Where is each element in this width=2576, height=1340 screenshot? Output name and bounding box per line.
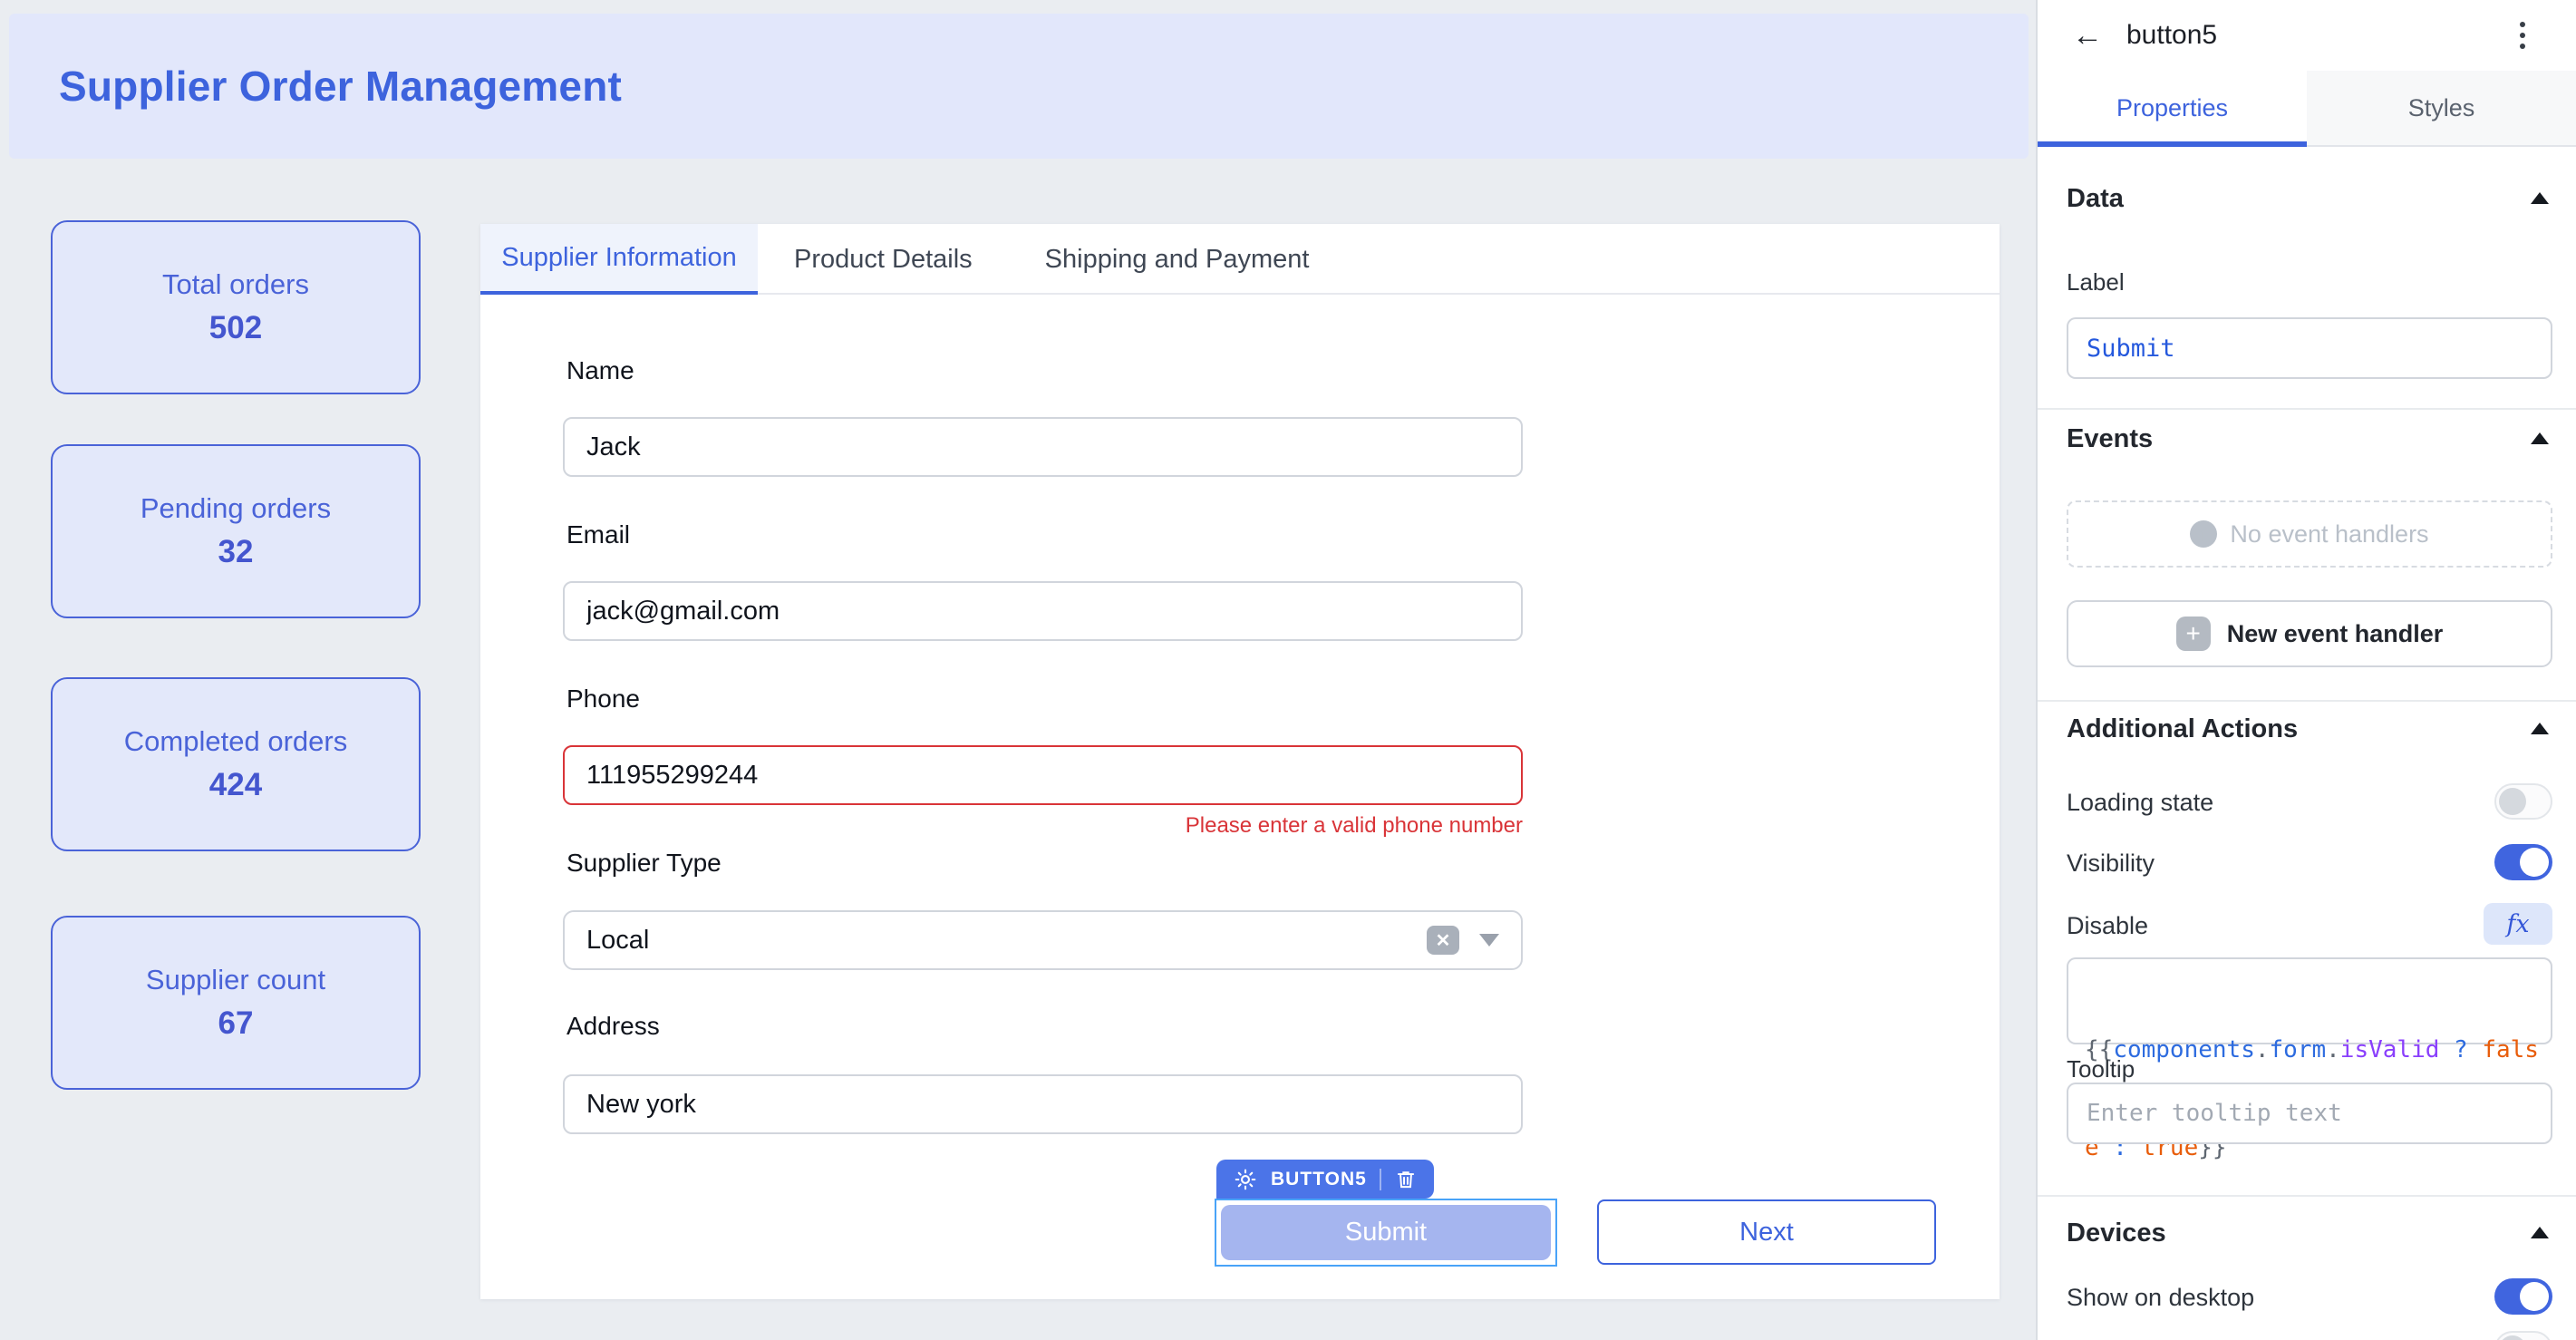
label-value-input[interactable] bbox=[2067, 317, 2552, 379]
address-label: Address bbox=[567, 1012, 660, 1041]
phone-input[interactable] bbox=[563, 745, 1523, 805]
tab-supplier-information[interactable]: Supplier Information bbox=[480, 224, 758, 295]
stat-card-total-orders[interactable]: Total orders 502 bbox=[51, 220, 421, 394]
inspector-tabbar: Properties Styles bbox=[2038, 71, 2576, 147]
supplier-type-value: Local bbox=[586, 926, 1427, 956]
tab-shipping-and-payment[interactable]: Shipping and Payment bbox=[1009, 224, 1346, 295]
clear-selection-icon[interactable]: ✕ bbox=[1427, 926, 1459, 955]
stat-label: Completed orders bbox=[124, 725, 347, 758]
section-divider bbox=[2038, 408, 2576, 410]
show-on-desktop-toggle[interactable] bbox=[2494, 1278, 2552, 1315]
phone-error-message: Please enter a valid phone number bbox=[563, 813, 1523, 839]
next-button[interactable]: Next bbox=[1597, 1199, 1936, 1265]
stat-card-supplier-count[interactable]: Supplier count 67 bbox=[51, 916, 421, 1090]
selected-widget-tag[interactable]: BUTTON5 bbox=[1216, 1160, 1434, 1199]
fx-button[interactable]: fx bbox=[2484, 903, 2552, 945]
no-event-handlers-box: i No event handlers bbox=[2067, 500, 2552, 568]
kebab-menu-icon[interactable] bbox=[2520, 22, 2525, 49]
disable-label: Disable bbox=[2067, 912, 2148, 940]
inspector-header: ← button5 bbox=[2038, 0, 2576, 71]
collapse-caret-icon[interactable] bbox=[2531, 1227, 2549, 1238]
stat-value: 67 bbox=[218, 1005, 254, 1042]
visibility-label: Visibility bbox=[2067, 850, 2155, 878]
label-field-label: Label bbox=[2067, 268, 2125, 296]
stat-value: 32 bbox=[218, 534, 254, 570]
code-line: {{components.form.isValid ? fals bbox=[2085, 1034, 2534, 1066]
events-section-heading: Events bbox=[2067, 424, 2153, 454]
tag-divider bbox=[1380, 1169, 1381, 1190]
new-event-handler-label: New event handler bbox=[2227, 620, 2444, 648]
section-divider bbox=[2038, 1195, 2576, 1197]
additional-actions-heading: Additional Actions bbox=[2067, 714, 2298, 744]
submit-button[interactable]: Submit bbox=[1221, 1205, 1551, 1260]
loading-state-label: Loading state bbox=[2067, 789, 2213, 817]
section-divider bbox=[2038, 700, 2576, 702]
stat-card-completed-orders[interactable]: Completed orders 424 bbox=[51, 677, 421, 851]
stat-label: Supplier count bbox=[146, 964, 325, 996]
trash-icon[interactable] bbox=[1394, 1168, 1418, 1191]
app-root: Supplier Order Management Total orders 5… bbox=[0, 0, 2576, 1340]
stat-value: 424 bbox=[209, 767, 262, 803]
info-icon: i bbox=[2190, 520, 2217, 548]
page-header-banner: Supplier Order Management bbox=[9, 14, 2029, 159]
widget-inspector-panel: ← button5 Properties Styles Data Label E… bbox=[2036, 0, 2576, 1340]
loading-state-toggle[interactable] bbox=[2494, 783, 2552, 820]
stat-label: Total orders bbox=[162, 268, 309, 301]
name-label: Name bbox=[567, 356, 634, 385]
app-canvas: Supplier Order Management Total orders 5… bbox=[0, 0, 2036, 1340]
show-on-mobile-toggle[interactable] bbox=[2494, 1331, 2552, 1340]
chevron-down-icon[interactable] bbox=[1479, 934, 1499, 947]
tooltip-label: Tooltip bbox=[2067, 1055, 2135, 1083]
show-on-desktop-label: Show on desktop bbox=[2067, 1284, 2254, 1312]
supplier-type-select[interactable]: Local ✕ bbox=[563, 910, 1523, 970]
devices-section-heading: Devices bbox=[2067, 1219, 2166, 1248]
collapse-caret-icon[interactable] bbox=[2531, 192, 2549, 204]
collapse-caret-icon[interactable] bbox=[2531, 432, 2549, 444]
tab-properties[interactable]: Properties bbox=[2038, 71, 2307, 145]
tab-styles[interactable]: Styles bbox=[2307, 71, 2576, 145]
new-event-handler-button[interactable]: + New event handler bbox=[2067, 600, 2552, 667]
visibility-toggle[interactable] bbox=[2494, 844, 2552, 880]
email-label: Email bbox=[567, 520, 630, 549]
tooltip-input[interactable] bbox=[2067, 1083, 2552, 1144]
widget-selection-outline[interactable]: Submit bbox=[1215, 1199, 1557, 1267]
tab-product-details[interactable]: Product Details bbox=[758, 224, 1009, 295]
address-input[interactable] bbox=[563, 1074, 1523, 1134]
gear-icon[interactable] bbox=[1233, 1167, 1258, 1192]
collapse-caret-icon[interactable] bbox=[2531, 723, 2549, 734]
no-event-handlers-text: No event handlers bbox=[2230, 520, 2428, 549]
supplier-type-label: Supplier Type bbox=[567, 849, 721, 878]
name-input[interactable] bbox=[563, 417, 1523, 477]
stat-card-pending-orders[interactable]: Pending orders 32 bbox=[51, 444, 421, 618]
email-input[interactable] bbox=[563, 581, 1523, 641]
disable-expression-editor[interactable]: {{components.form.isValid ? fals e : tru… bbox=[2067, 957, 2552, 1044]
data-section-heading: Data bbox=[2067, 184, 2124, 214]
widget-title: button5 bbox=[2126, 20, 2217, 51]
stat-label: Pending orders bbox=[140, 492, 331, 525]
page-title: Supplier Order Management bbox=[59, 62, 622, 111]
phone-label: Phone bbox=[567, 685, 640, 714]
plus-icon: + bbox=[2176, 617, 2211, 651]
stat-value: 502 bbox=[209, 310, 262, 346]
form-tabbar: Supplier Information Product Details Shi… bbox=[480, 224, 2000, 295]
form-container: Supplier Information Product Details Shi… bbox=[480, 224, 2000, 1299]
widget-name-label: BUTTON5 bbox=[1271, 1169, 1367, 1190]
back-arrow-icon[interactable]: ← bbox=[2072, 20, 2103, 51]
